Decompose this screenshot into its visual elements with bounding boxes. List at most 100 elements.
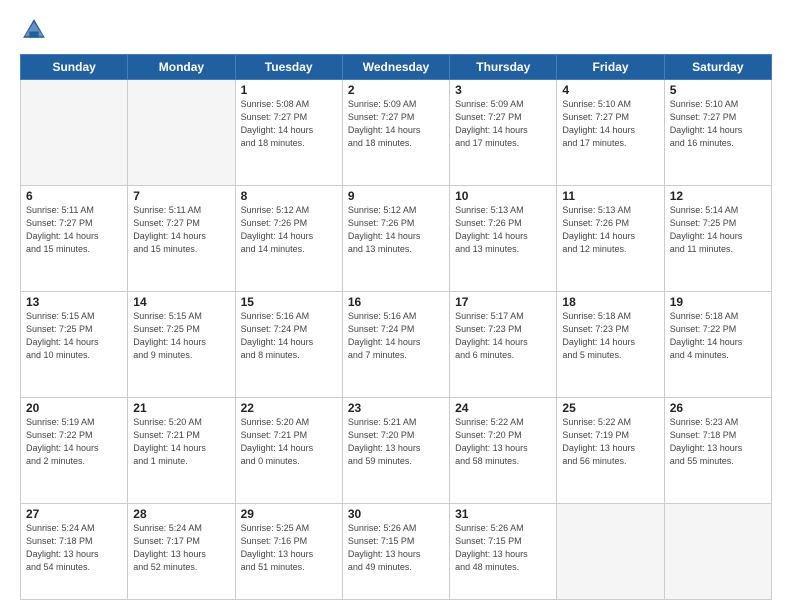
day-number: 14	[133, 295, 229, 309]
calendar-header-sunday: Sunday	[21, 55, 128, 80]
day-info: Sunrise: 5:23 AMSunset: 7:18 PMDaylight:…	[670, 416, 766, 468]
calendar-day-cell: 31Sunrise: 5:26 AMSunset: 7:15 PMDayligh…	[450, 503, 557, 599]
day-number: 26	[670, 401, 766, 415]
day-info: Sunrise: 5:12 AMSunset: 7:26 PMDaylight:…	[241, 204, 337, 256]
day-info: Sunrise: 5:18 AMSunset: 7:22 PMDaylight:…	[670, 310, 766, 362]
day-number: 16	[348, 295, 444, 309]
day-info: Sunrise: 5:24 AMSunset: 7:18 PMDaylight:…	[26, 522, 122, 574]
calendar-day-cell: 22Sunrise: 5:20 AMSunset: 7:21 PMDayligh…	[235, 397, 342, 503]
calendar-day-cell: 15Sunrise: 5:16 AMSunset: 7:24 PMDayligh…	[235, 291, 342, 397]
day-number: 28	[133, 507, 229, 521]
day-info: Sunrise: 5:21 AMSunset: 7:20 PMDaylight:…	[348, 416, 444, 468]
day-number: 6	[26, 189, 122, 203]
day-info: Sunrise: 5:22 AMSunset: 7:20 PMDaylight:…	[455, 416, 551, 468]
calendar-week-row: 6Sunrise: 5:11 AMSunset: 7:27 PMDaylight…	[21, 185, 772, 291]
calendar-table: SundayMondayTuesdayWednesdayThursdayFrid…	[20, 54, 772, 600]
day-number: 24	[455, 401, 551, 415]
day-info: Sunrise: 5:17 AMSunset: 7:23 PMDaylight:…	[455, 310, 551, 362]
calendar-day-cell: 11Sunrise: 5:13 AMSunset: 7:26 PMDayligh…	[557, 185, 664, 291]
day-info: Sunrise: 5:13 AMSunset: 7:26 PMDaylight:…	[455, 204, 551, 256]
day-info: Sunrise: 5:20 AMSunset: 7:21 PMDaylight:…	[241, 416, 337, 468]
day-number: 15	[241, 295, 337, 309]
calendar-day-cell: 23Sunrise: 5:21 AMSunset: 7:20 PMDayligh…	[342, 397, 449, 503]
calendar-day-cell: 7Sunrise: 5:11 AMSunset: 7:27 PMDaylight…	[128, 185, 235, 291]
calendar-day-cell: 2Sunrise: 5:09 AMSunset: 7:27 PMDaylight…	[342, 80, 449, 186]
header	[20, 16, 772, 44]
calendar-day-cell: 28Sunrise: 5:24 AMSunset: 7:17 PMDayligh…	[128, 503, 235, 599]
calendar-header-wednesday: Wednesday	[342, 55, 449, 80]
calendar-day-cell: 9Sunrise: 5:12 AMSunset: 7:26 PMDaylight…	[342, 185, 449, 291]
day-info: Sunrise: 5:22 AMSunset: 7:19 PMDaylight:…	[562, 416, 658, 468]
day-number: 25	[562, 401, 658, 415]
calendar-header-friday: Friday	[557, 55, 664, 80]
day-info: Sunrise: 5:26 AMSunset: 7:15 PMDaylight:…	[348, 522, 444, 574]
day-info: Sunrise: 5:25 AMSunset: 7:16 PMDaylight:…	[241, 522, 337, 574]
day-number: 19	[670, 295, 766, 309]
day-info: Sunrise: 5:10 AMSunset: 7:27 PMDaylight:…	[562, 98, 658, 150]
calendar-day-cell	[21, 80, 128, 186]
day-info: Sunrise: 5:19 AMSunset: 7:22 PMDaylight:…	[26, 416, 122, 468]
calendar-day-cell: 16Sunrise: 5:16 AMSunset: 7:24 PMDayligh…	[342, 291, 449, 397]
day-number: 22	[241, 401, 337, 415]
calendar-day-cell	[664, 503, 771, 599]
day-number: 17	[455, 295, 551, 309]
day-info: Sunrise: 5:09 AMSunset: 7:27 PMDaylight:…	[348, 98, 444, 150]
day-info: Sunrise: 5:13 AMSunset: 7:26 PMDaylight:…	[562, 204, 658, 256]
calendar-week-row: 13Sunrise: 5:15 AMSunset: 7:25 PMDayligh…	[21, 291, 772, 397]
calendar-header-tuesday: Tuesday	[235, 55, 342, 80]
day-info: Sunrise: 5:20 AMSunset: 7:21 PMDaylight:…	[133, 416, 229, 468]
calendar-header-monday: Monday	[128, 55, 235, 80]
calendar-day-cell: 25Sunrise: 5:22 AMSunset: 7:19 PMDayligh…	[557, 397, 664, 503]
calendar-day-cell: 26Sunrise: 5:23 AMSunset: 7:18 PMDayligh…	[664, 397, 771, 503]
day-info: Sunrise: 5:26 AMSunset: 7:15 PMDaylight:…	[455, 522, 551, 574]
calendar-day-cell: 18Sunrise: 5:18 AMSunset: 7:23 PMDayligh…	[557, 291, 664, 397]
day-info: Sunrise: 5:18 AMSunset: 7:23 PMDaylight:…	[562, 310, 658, 362]
calendar-day-cell	[128, 80, 235, 186]
day-number: 23	[348, 401, 444, 415]
day-number: 4	[562, 83, 658, 97]
calendar-day-cell: 1Sunrise: 5:08 AMSunset: 7:27 PMDaylight…	[235, 80, 342, 186]
day-number: 18	[562, 295, 658, 309]
day-info: Sunrise: 5:16 AMSunset: 7:24 PMDaylight:…	[241, 310, 337, 362]
day-number: 31	[455, 507, 551, 521]
calendar-day-cell: 3Sunrise: 5:09 AMSunset: 7:27 PMDaylight…	[450, 80, 557, 186]
calendar-header-saturday: Saturday	[664, 55, 771, 80]
day-number: 29	[241, 507, 337, 521]
calendar-day-cell	[557, 503, 664, 599]
day-number: 10	[455, 189, 551, 203]
day-info: Sunrise: 5:12 AMSunset: 7:26 PMDaylight:…	[348, 204, 444, 256]
day-info: Sunrise: 5:09 AMSunset: 7:27 PMDaylight:…	[455, 98, 551, 150]
day-info: Sunrise: 5:15 AMSunset: 7:25 PMDaylight:…	[133, 310, 229, 362]
calendar-day-cell: 21Sunrise: 5:20 AMSunset: 7:21 PMDayligh…	[128, 397, 235, 503]
day-number: 2	[348, 83, 444, 97]
calendar-day-cell: 29Sunrise: 5:25 AMSunset: 7:16 PMDayligh…	[235, 503, 342, 599]
page: SundayMondayTuesdayWednesdayThursdayFrid…	[0, 0, 792, 612]
day-info: Sunrise: 5:24 AMSunset: 7:17 PMDaylight:…	[133, 522, 229, 574]
calendar-week-row: 1Sunrise: 5:08 AMSunset: 7:27 PMDaylight…	[21, 80, 772, 186]
day-number: 11	[562, 189, 658, 203]
calendar-header-row: SundayMondayTuesdayWednesdayThursdayFrid…	[21, 55, 772, 80]
calendar-day-cell: 5Sunrise: 5:10 AMSunset: 7:27 PMDaylight…	[664, 80, 771, 186]
day-info: Sunrise: 5:08 AMSunset: 7:27 PMDaylight:…	[241, 98, 337, 150]
day-number: 30	[348, 507, 444, 521]
calendar-day-cell: 4Sunrise: 5:10 AMSunset: 7:27 PMDaylight…	[557, 80, 664, 186]
calendar-day-cell: 12Sunrise: 5:14 AMSunset: 7:25 PMDayligh…	[664, 185, 771, 291]
calendar-week-row: 27Sunrise: 5:24 AMSunset: 7:18 PMDayligh…	[21, 503, 772, 599]
day-number: 9	[348, 189, 444, 203]
day-number: 8	[241, 189, 337, 203]
day-info: Sunrise: 5:15 AMSunset: 7:25 PMDaylight:…	[26, 310, 122, 362]
day-number: 13	[26, 295, 122, 309]
day-number: 1	[241, 83, 337, 97]
day-info: Sunrise: 5:11 AMSunset: 7:27 PMDaylight:…	[26, 204, 122, 256]
calendar-day-cell: 6Sunrise: 5:11 AMSunset: 7:27 PMDaylight…	[21, 185, 128, 291]
calendar-day-cell: 13Sunrise: 5:15 AMSunset: 7:25 PMDayligh…	[21, 291, 128, 397]
calendar-week-row: 20Sunrise: 5:19 AMSunset: 7:22 PMDayligh…	[21, 397, 772, 503]
calendar-header-thursday: Thursday	[450, 55, 557, 80]
calendar-day-cell: 10Sunrise: 5:13 AMSunset: 7:26 PMDayligh…	[450, 185, 557, 291]
calendar-day-cell: 30Sunrise: 5:26 AMSunset: 7:15 PMDayligh…	[342, 503, 449, 599]
day-info: Sunrise: 5:14 AMSunset: 7:25 PMDaylight:…	[670, 204, 766, 256]
calendar-day-cell: 8Sunrise: 5:12 AMSunset: 7:26 PMDaylight…	[235, 185, 342, 291]
calendar-day-cell: 19Sunrise: 5:18 AMSunset: 7:22 PMDayligh…	[664, 291, 771, 397]
day-info: Sunrise: 5:11 AMSunset: 7:27 PMDaylight:…	[133, 204, 229, 256]
logo-icon	[20, 16, 48, 44]
